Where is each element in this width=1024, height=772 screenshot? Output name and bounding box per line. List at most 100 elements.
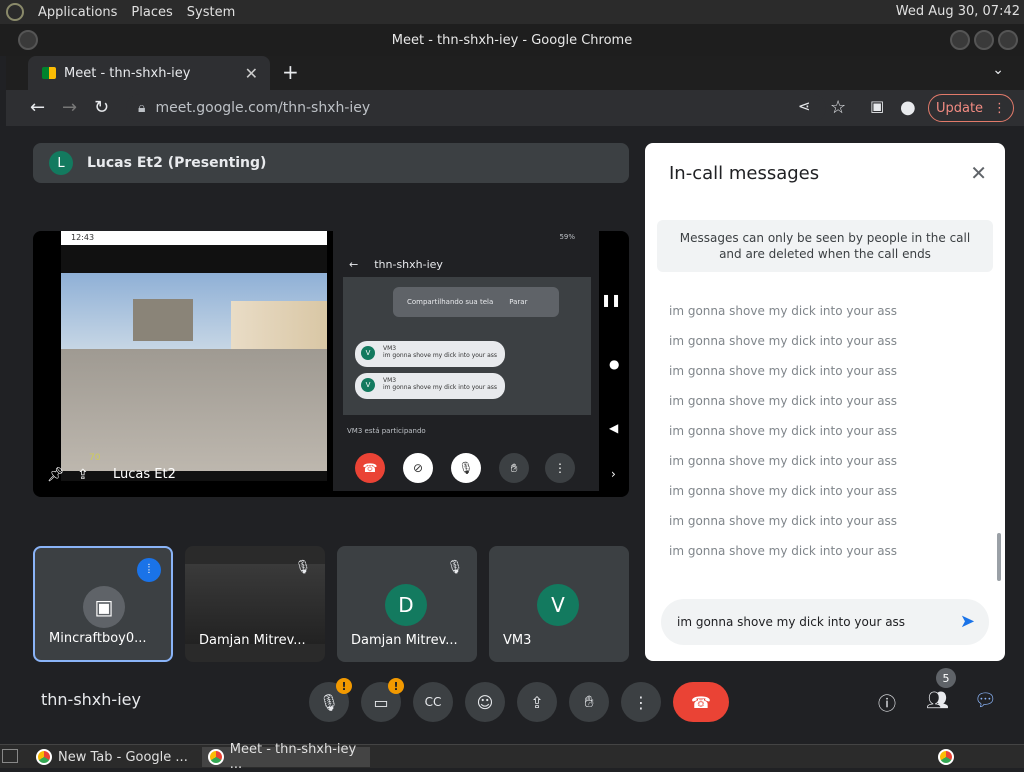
present-screen-icon[interactable]: ⇪	[77, 467, 89, 483]
inner-more-icon: ⋮	[545, 453, 575, 483]
screen-share-thumbnail	[185, 564, 325, 644]
sharing-toast: Compartilhando sua tela Parar	[393, 287, 559, 317]
back-icon[interactable]: ←	[30, 97, 45, 118]
share-icon[interactable]: ⋖	[798, 97, 811, 115]
chat-message: im gonna shove my dick into your ass	[669, 394, 898, 408]
os-top-panel: Applications Places System Wed Aug 30, 0…	[0, 0, 1024, 24]
window-menu-icon[interactable]	[18, 30, 38, 50]
window-titlebar[interactable]: Meet - thn-shxh-iey - Google Chrome	[0, 24, 1024, 56]
participant-avatar: V	[537, 584, 579, 626]
chat-notice: Messages can only be seen by people in t…	[657, 220, 993, 272]
mic-off-icon: 🎙︎	[446, 560, 463, 575]
send-icon[interactable]: ➤	[960, 599, 975, 645]
chat-message: im gonna shove my dick into your ass	[669, 484, 898, 498]
people-icon[interactable]: 👥︎	[926, 690, 949, 711]
next-arrow-icon[interactable]: ›	[611, 467, 616, 481]
taskbar-item-meet[interactable]: Meet - thn-shxh-iey ...	[202, 742, 370, 772]
tray-chrome-icon[interactable]	[938, 749, 954, 765]
shared-inner-screen: Compartilhando sua tela Parar V VM3 im g…	[343, 277, 591, 415]
participant-tile[interactable]: ▣ ⦙ Mincraftboy0...	[33, 546, 173, 662]
chat-message-list[interactable]: im gonna shove my dick into your ass im …	[669, 303, 989, 573]
inner-message: V VM3 im gonna shove my dick into your a…	[355, 373, 505, 399]
bookmark-star-icon[interactable]: ☆	[830, 97, 846, 118]
sidepanel-icon[interactable]: ▣	[870, 97, 884, 115]
meeting-code: thn-shxh-iey	[41, 690, 141, 709]
lock-icon[interactable]: 🔒︎	[138, 100, 145, 116]
more-options-button[interactable]: ⋮	[621, 682, 661, 722]
inner-message: V VM3 im gonna shove my dick into your a…	[355, 341, 505, 367]
main-video[interactable]: 12:43 70 📌︎ ⇪ Lucas Et2 59% ← thn-shxh-i…	[33, 231, 629, 497]
shared-screen-header: ← thn-shxh-iey	[349, 257, 443, 271]
mic-off-icon: 🎙︎	[294, 560, 311, 575]
raise-hand-button[interactable]: ✋︎	[569, 682, 609, 722]
url-text: meet.google.com/thn-shxh-iey	[155, 100, 371, 116]
participant-image: ▣	[83, 586, 125, 628]
address-bar[interactable]: 🔒︎ meet.google.com/thn-shxh-iey	[126, 94, 826, 122]
back-triangle-icon: ◀	[609, 421, 619, 435]
chrome-icon	[208, 749, 224, 765]
maximize-icon[interactable]	[974, 30, 994, 50]
presenter-camera-feed: 12:43 70	[61, 231, 327, 481]
presenting-label: Lucas Et2 (Presenting)	[87, 155, 267, 171]
clock[interactable]: Wed Aug 30, 07:42	[896, 4, 1020, 19]
close-window-icon[interactable]	[998, 30, 1018, 50]
profile-avatar-icon[interactable]: ●	[900, 97, 916, 118]
chat-panel: In-call messages ✕ Messages can only be …	[645, 143, 1005, 661]
chat-title: In-call messages	[669, 163, 820, 184]
meet-page: L Lucas Et2 (Presenting) 12:43 70 📌︎ ⇪ L…	[16, 126, 1024, 742]
update-button[interactable]: Update ⋮	[928, 94, 1014, 122]
tab-close-icon[interactable]: ✕	[245, 64, 258, 83]
show-desktop-icon[interactable]	[2, 749, 18, 763]
kebab-menu-icon: ⋮	[993, 100, 1007, 116]
minimize-icon[interactable]	[950, 30, 970, 50]
speaking-icon: ⦙	[137, 558, 161, 582]
end-call-button[interactable]: ☎	[673, 682, 729, 722]
reload-icon[interactable]: ↻	[94, 97, 109, 118]
game-hud: 70	[89, 453, 101, 463]
meet-favicon-icon	[42, 67, 56, 79]
presenter-name: Lucas Et2	[113, 467, 176, 482]
chat-message: im gonna shove my dick into your ass	[669, 424, 898, 438]
captions-button[interactable]: CC	[413, 682, 453, 722]
chat-icon[interactable]: 💬︎	[974, 690, 997, 711]
taskbar-item-new-tab[interactable]: New Tab - Google ...	[30, 747, 196, 767]
inner-mic-off-icon: 🎙︎	[451, 453, 481, 483]
info-icon[interactable]: ⓘ	[878, 690, 896, 716]
chat-message: im gonna shove my dick into your ass	[669, 364, 898, 378]
presenting-bar: L Lucas Et2 (Presenting)	[33, 143, 629, 183]
home-dot-icon: ●	[609, 357, 620, 371]
inner-end-call-icon: ☎	[355, 453, 385, 483]
chat-input[interactable]: im gonna shove my dick into your ass ➤	[661, 599, 989, 645]
tab-strip: Meet - thn-shxh-iey ✕ + ⌄	[6, 56, 1024, 90]
emoji-button[interactable]: ☺	[465, 682, 505, 722]
mic-warning-icon: !	[336, 678, 352, 694]
present-button[interactable]: ⇪	[517, 682, 557, 722]
participant-tile[interactable]: 🎙︎ Damjan Mitrev...	[185, 546, 325, 662]
inner-hand-icon: ✋︎	[499, 453, 529, 483]
participant-tile[interactable]: D 🎙︎ Damjan Mitrev...	[337, 546, 477, 662]
pin-icon[interactable]: 📌︎	[47, 467, 65, 483]
participant-tile[interactable]: V VM3	[489, 546, 629, 662]
new-tab-icon[interactable]: +	[282, 60, 299, 84]
forward-icon[interactable]: →	[62, 97, 77, 118]
menu-applications[interactable]: Applications	[38, 5, 117, 20]
menu-system[interactable]: System	[187, 5, 235, 20]
tab-label: Meet - thn-shxh-iey	[64, 65, 191, 81]
chrome-icon	[36, 749, 52, 765]
os-logo-icon[interactable]	[6, 3, 24, 21]
chat-scrollbar[interactable]	[997, 533, 1001, 581]
chat-message: im gonna shove my dick into your ass	[669, 304, 898, 318]
tab-meet[interactable]: Meet - thn-shxh-iey ✕	[28, 56, 270, 90]
participant-avatar: D	[385, 584, 427, 626]
phone-status-bar: 12:43	[61, 231, 327, 245]
camera-warning-icon: !	[388, 678, 404, 694]
menu-places[interactable]: Places	[131, 5, 172, 20]
shared-back-icon: ←	[349, 257, 359, 271]
shared-screen-feed: 59% ← thn-shxh-iey Compartilhando sua te…	[333, 231, 599, 491]
chat-message: im gonna shove my dick into your ass	[669, 454, 898, 468]
right-phone-status: 59%	[559, 233, 575, 241]
chat-close-icon[interactable]: ✕	[970, 161, 987, 185]
tab-search-icon[interactable]: ⌄	[992, 62, 1004, 78]
game-ground	[61, 349, 327, 471]
pause-icon: ❚❚	[601, 293, 622, 307]
